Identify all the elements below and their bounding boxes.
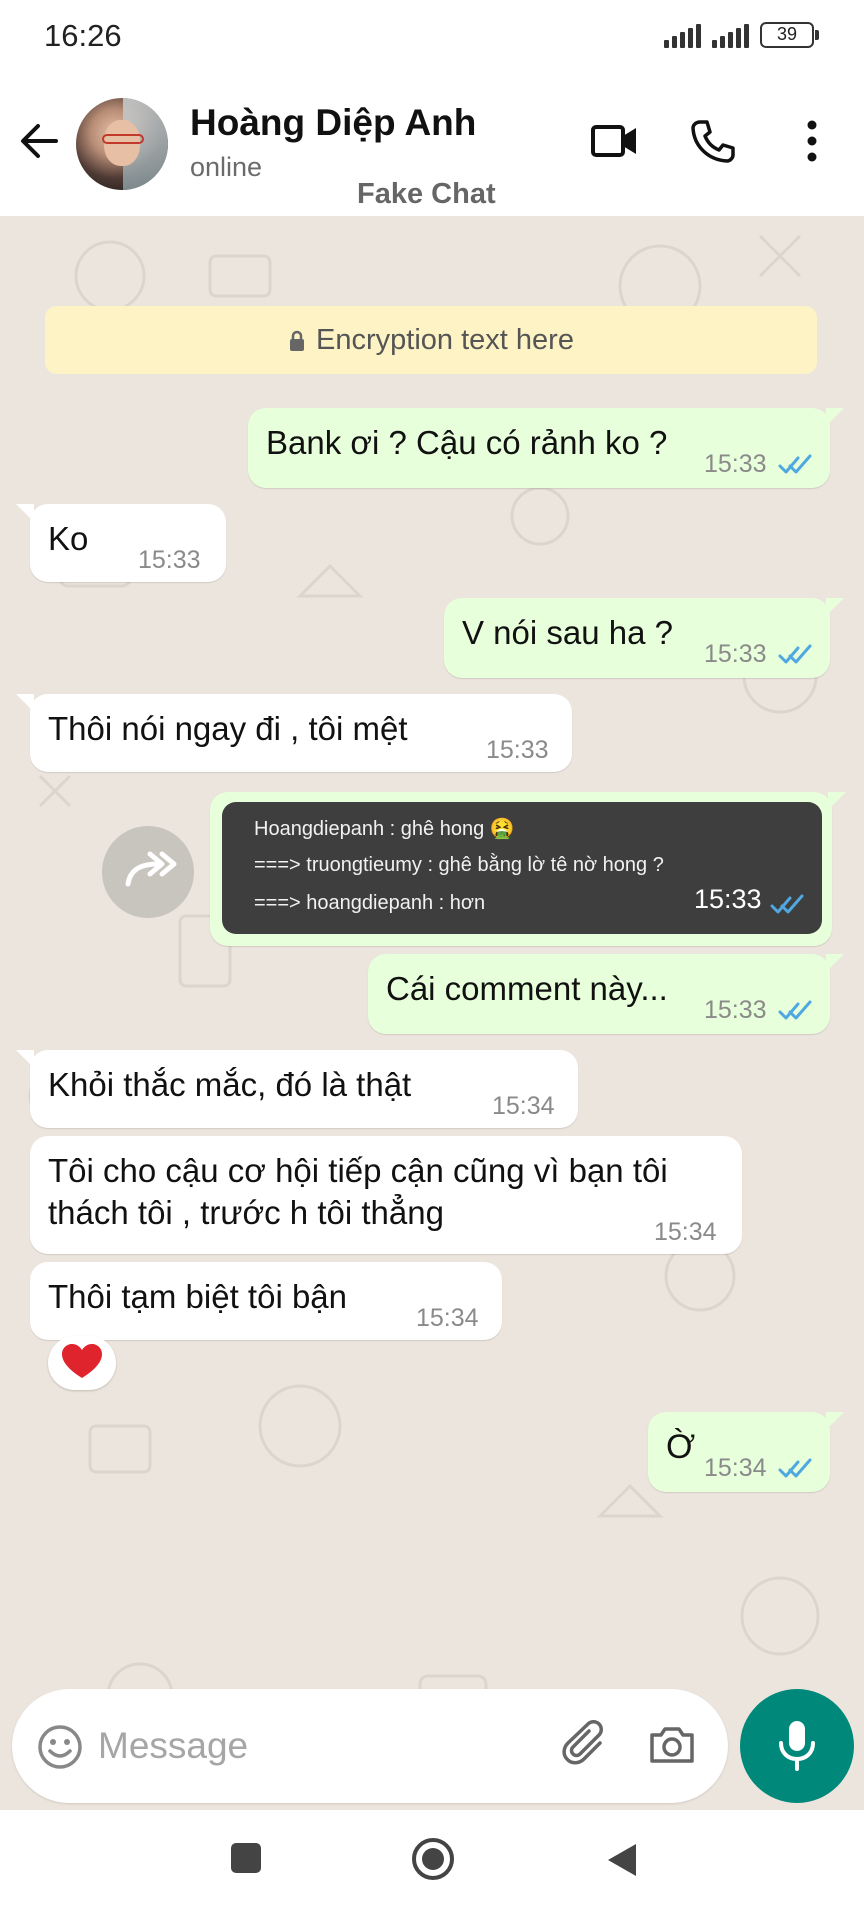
message-bubble-incoming[interactable]: Tôi cho cậu cơ hội tiếp cận cũng vì bạn … — [30, 1136, 742, 1254]
recents-button[interactable] — [228, 1840, 264, 1881]
emoji-button[interactable] — [36, 1723, 84, 1776]
system-nav-bar — [0, 1810, 864, 1920]
message-time: 15:34 — [654, 1218, 717, 1246]
avatar[interactable] — [76, 98, 168, 190]
message-text: Bank ơi ? Cậu có rảnh ko ? — [266, 424, 668, 461]
read-ticks-icon — [778, 644, 812, 664]
video-call-button[interactable] — [590, 118, 640, 169]
camera-button[interactable] — [646, 1719, 698, 1776]
message-text: Ko — [48, 520, 89, 557]
signal-icon — [664, 24, 704, 48]
message-reaction[interactable] — [48, 1336, 116, 1390]
video-call-icon — [591, 125, 636, 157]
back-nav-button[interactable] — [604, 1840, 640, 1885]
message-time: 15:33 — [704, 450, 767, 478]
home-button[interactable] — [410, 1836, 456, 1887]
message-bubble-outgoing-image[interactable]: Hoangdiepanh : ghê hong 🤮 ===> truongtie… — [210, 792, 846, 946]
message-bubble-incoming[interactable]: Thôi tạm biệt tôi bận 15:34 — [30, 1262, 502, 1340]
voice-record-button[interactable] — [740, 1689, 854, 1803]
image-text-line: ===> truongtieumy : ghê bằng lờ tê nờ ho… — [254, 854, 664, 876]
message-bubble-incoming[interactable]: Thôi nói ngay đi , tôi mệt 15:33 — [16, 694, 572, 772]
message-text-line: Tôi cho cậu cơ hội tiếp cận cũng vì bạn … — [48, 1152, 668, 1189]
message-text: Cái comment này... — [386, 970, 668, 1007]
back-button[interactable] — [16, 118, 62, 164]
message-text: Ờ — [666, 1428, 696, 1466]
attach-icon — [562, 1720, 603, 1765]
message-bubble-incoming[interactable]: Khỏi thắc mắc, đó là thật 15:34 — [16, 1050, 578, 1128]
voice-call-button[interactable] — [690, 118, 736, 169]
message-bubble-outgoing[interactable]: Ờ 15:34 — [648, 1412, 844, 1492]
back-arrow-icon — [21, 124, 58, 158]
message-time: 15:34 — [492, 1092, 555, 1120]
square-icon — [231, 1843, 261, 1873]
phone-icon — [691, 120, 735, 163]
message-time: 15:33 — [694, 884, 762, 914]
message-text: Khỏi thắc mắc, đó là thật — [48, 1066, 412, 1103]
signal-icon — [712, 24, 752, 48]
emoji-icon — [38, 1725, 82, 1769]
lock-icon — [290, 330, 305, 351]
status-bar: 16:26 39 — [0, 0, 864, 70]
message-image[interactable]: Hoangdiepanh : ghê hong 🤮 ===> truongtie… — [222, 802, 822, 934]
attach-button[interactable] — [560, 1719, 612, 1776]
message-time: 15:34 — [416, 1304, 479, 1332]
message-bubble-outgoing[interactable]: V nói sau ha ? 15:33 — [444, 598, 844, 678]
mic-icon — [779, 1721, 815, 1771]
heart-icon — [62, 1344, 102, 1378]
message-time: 15:34 — [704, 1454, 767, 1482]
message-bubble-outgoing[interactable]: Bank ơi ? Cậu có rảnh ko ? 15:33 — [248, 408, 844, 488]
message-text-line: thách tôi , trước h tôi thẳng — [48, 1194, 444, 1231]
battery-icon: 39 — [760, 22, 819, 48]
message-bubble-incoming[interactable]: Ko 15:33 — [16, 504, 226, 582]
chat-area[interactable]: Encryption text here Bank ơi ? Cậu có rả… — [0, 216, 864, 1810]
forward-icon — [125, 851, 177, 887]
read-ticks-icon — [778, 1458, 812, 1478]
chat-header: Hoàng Diệp Anh online Fake Chat — [0, 70, 864, 216]
triangle-back-icon — [608, 1844, 636, 1876]
message-time: 15:33 — [486, 736, 549, 764]
message-text: Thôi nói ngay đi , tôi mệt — [48, 710, 408, 747]
message-input[interactable] — [98, 1711, 538, 1781]
forward-button[interactable] — [102, 826, 194, 918]
home-circle-icon — [412, 1838, 454, 1880]
read-ticks-icon — [778, 454, 812, 474]
message-bubble-outgoing[interactable]: Cái comment này... 15:33 — [368, 954, 844, 1034]
message-input-bar — [12, 1689, 728, 1803]
image-text-line: ===> hoangdiepanh : hơn — [254, 892, 486, 914]
read-ticks-icon — [770, 894, 804, 914]
encryption-notice[interactable]: Encryption text here — [45, 306, 817, 374]
camera-icon — [650, 1727, 694, 1763]
contact-name[interactable]: Hoàng Diệp Anh — [190, 102, 476, 144]
message-time: 15:33 — [138, 546, 201, 574]
more-vert-icon — [807, 120, 817, 162]
read-ticks-icon — [778, 1000, 812, 1020]
encryption-text: Encryption text here — [316, 324, 574, 356]
contact-status: online — [190, 152, 263, 182]
message-text: V nói sau ha ? — [462, 614, 673, 651]
message-text: Thôi tạm biệt tôi bận — [48, 1278, 347, 1315]
more-options-button[interactable] — [796, 118, 828, 169]
watermark-label: Fake Chat — [357, 178, 496, 210]
image-text-line: Hoangdiepanh : ghê hong 🤮 — [254, 818, 515, 840]
message-time: 15:33 — [704, 996, 767, 1024]
message-time: 15:33 — [704, 640, 767, 668]
status-time: 16:26 — [44, 18, 122, 53]
